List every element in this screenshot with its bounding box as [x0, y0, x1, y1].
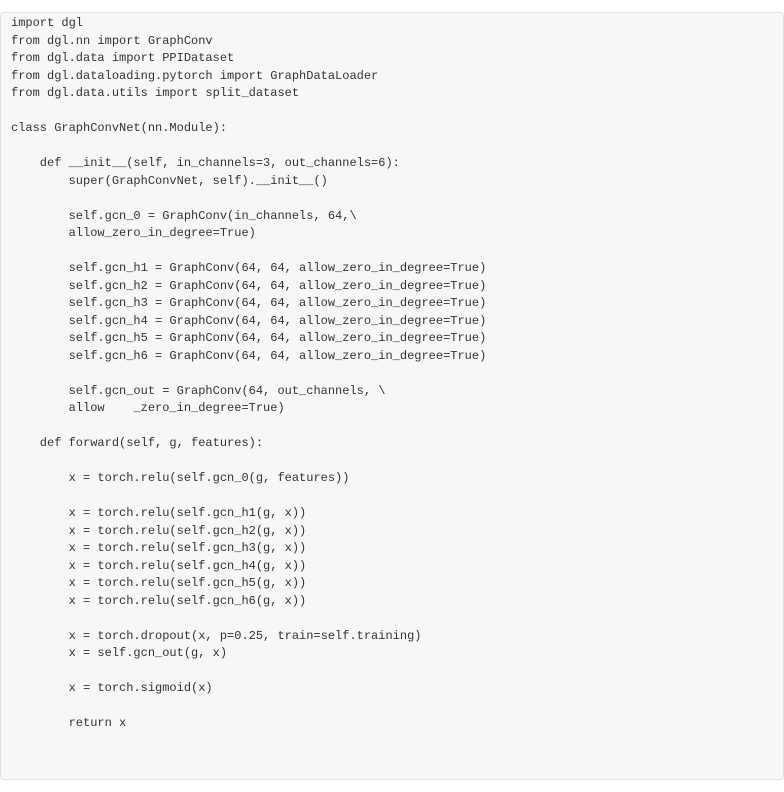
- code-content: import dgl from dgl.nn import GraphConv …: [11, 16, 486, 730]
- code-block: import dgl from dgl.nn import GraphConv …: [0, 12, 784, 780]
